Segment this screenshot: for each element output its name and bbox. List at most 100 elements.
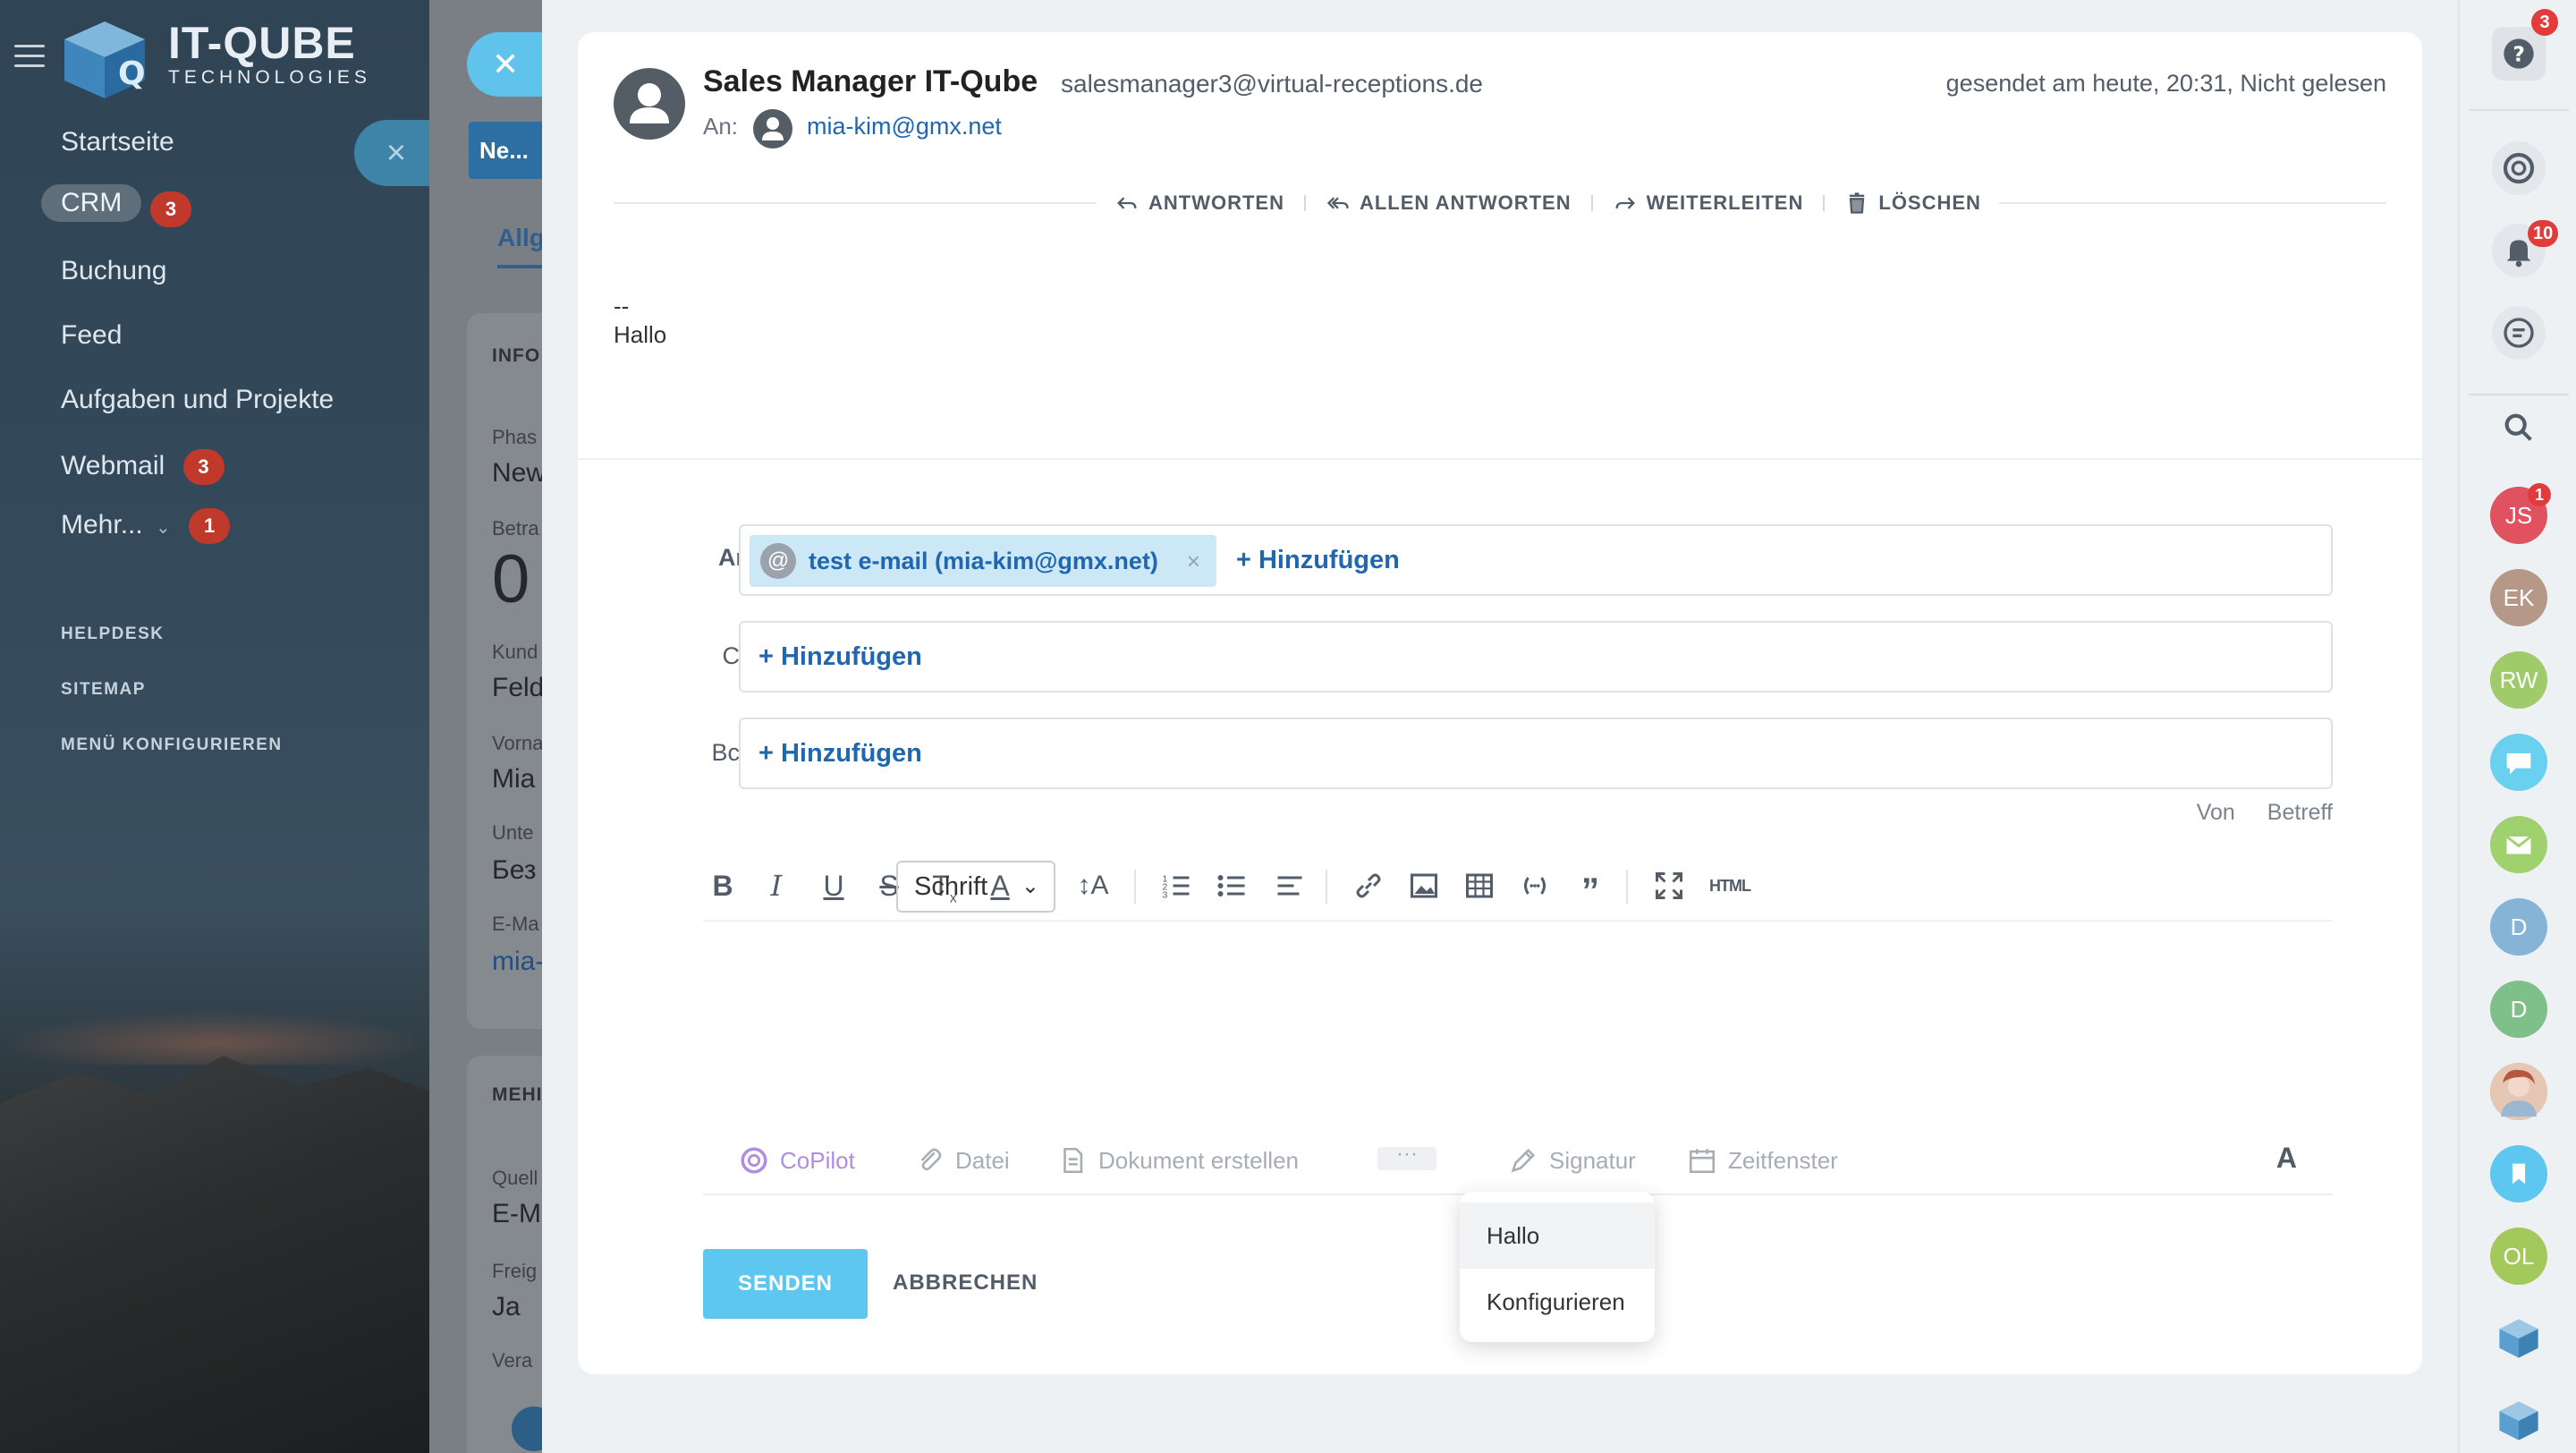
recipient-avatar	[753, 109, 792, 149]
from-subject-toggles: Von Betreff	[2197, 800, 2333, 826]
numbered-list-icon[interactable]: 123	[1157, 866, 1197, 905]
webmail-badge: 3	[182, 449, 225, 485]
tab-general[interactable]: Allg	[497, 224, 542, 252]
qube-app-icon[interactable]	[2490, 1392, 2547, 1449]
bullet-list-icon[interactable]	[1213, 866, 1252, 905]
code-icon[interactable]	[1515, 866, 1555, 905]
field-label: Quell	[492, 1167, 538, 1189]
attach-file-button[interactable]: Datei	[914, 1145, 1010, 1176]
reply-button[interactable]: ANTWORTEN	[1114, 191, 1284, 216]
field-label: Phas	[492, 426, 538, 448]
avatar-photo[interactable]	[2490, 1063, 2547, 1120]
avatar[interactable]: D	[2490, 981, 2547, 1038]
timeslot-button[interactable]: Zeitfenster	[1687, 1145, 1838, 1176]
create-document-button[interactable]: Dokument erstellen	[1057, 1145, 1299, 1176]
add-cc-link[interactable]: + Hinzufügen	[758, 642, 922, 672]
sidebar-item-webmail[interactable]: Webmail 3	[61, 449, 225, 485]
html-mode-button[interactable]: HTML	[1703, 866, 1757, 905]
copilot-icon	[741, 1147, 767, 1174]
signature-option-hallo[interactable]: Hallo	[1460, 1202, 1655, 1269]
avatar[interactable]: EK	[2490, 569, 2547, 626]
field-value-email-link[interactable]: mia-	[492, 947, 542, 977]
copilot-rail-icon[interactable]	[2492, 141, 2546, 195]
sidebar-item-more[interactable]: Mehr... ⌄ 1	[61, 508, 231, 544]
field-value: Ja	[492, 1292, 521, 1321]
crm-badge: 3	[150, 191, 191, 227]
table-icon[interactable]	[1460, 866, 1499, 905]
sidebar-item-feed[interactable]: Feed	[61, 320, 122, 351]
subject-toggle[interactable]: Betreff	[2267, 800, 2333, 825]
bcc-field[interactable]: + Hinzufügen	[739, 718, 2333, 789]
quote-icon[interactable]: ”	[1571, 866, 1610, 911]
qube-app-icon[interactable]	[2490, 1310, 2547, 1367]
copilot-button[interactable]: CoPilot	[739, 1145, 855, 1176]
recipient-chip[interactable]: @ test e-mail (mia-kim@gmx.net) ×	[750, 535, 1217, 587]
open-channel-chat-icon[interactable]	[2490, 734, 2547, 791]
svg-text:3: 3	[1163, 890, 1168, 901]
user-icon	[630, 83, 669, 123]
chat-icon[interactable]	[2492, 306, 2546, 360]
text-format-toggle[interactable]: A	[2276, 1142, 2297, 1175]
bookmark-icon[interactable]	[2490, 1145, 2547, 1202]
search-icon[interactable]	[2492, 401, 2546, 455]
avatar-badge: 1	[2528, 483, 2551, 506]
add-bcc-link[interactable]: + Hinzufügen	[758, 739, 922, 769]
mail-actions: ANTWORTEN ALLEN ANTWORTEN WEITERLEITEN L…	[614, 181, 2386, 225]
sidebar-item-buchung[interactable]: Buchung	[61, 256, 166, 286]
field-value: E-M	[492, 1199, 541, 1228]
forward-button[interactable]: WEITERLEITEN	[1613, 191, 1804, 216]
avatar[interactable]: RW	[2490, 651, 2547, 709]
to-field[interactable]: @ test e-mail (mia-kim@gmx.net) × + Hinz…	[739, 524, 2333, 596]
sidebar-item-tasks[interactable]: Aufgaben und Projekte	[61, 385, 334, 415]
more-badge: 1	[189, 508, 231, 544]
right-rail: ? 3 10 JS 1 EK RW D D OL	[2458, 0, 2576, 1453]
remove-recipient-icon[interactable]: ×	[1187, 548, 1200, 575]
field-label: Vera	[492, 1349, 533, 1372]
font-select[interactable]: Schrift ⌄	[896, 861, 1055, 913]
close-slider-icon[interactable]: ✕	[467, 32, 542, 97]
add-to-link[interactable]: + Hinzufügen	[1236, 546, 1400, 575]
recipient-chip-text: test e-mail (mia-kim@gmx.net)	[809, 547, 1158, 574]
mail-card: Sales Manager IT-Qube salesmanager3@virt…	[578, 32, 2422, 1374]
mail-icon[interactable]	[2490, 816, 2547, 873]
help-icon[interactable]: ?	[2492, 27, 2546, 81]
sidebar-close-button[interactable]: ×	[354, 120, 429, 186]
sidebar-link-configure-menu[interactable]: MENÜ KONFIGURIEREN	[61, 735, 283, 755]
cancel-button[interactable]: ABBRECHEN	[893, 1270, 1038, 1296]
more-card	[467, 1056, 542, 1453]
image-icon[interactable]	[1404, 866, 1444, 905]
hamburger-menu-icon[interactable]	[14, 45, 45, 68]
recipient-email-link[interactable]: mia-kim@gmx.net	[807, 113, 1002, 140]
font-size-icon[interactable]: ↕A	[1073, 866, 1113, 905]
sidebar-link-sitemap[interactable]: SITEMAP	[61, 680, 146, 700]
mail-slider: Sales Manager IT-Qube salesmanager3@virt…	[542, 0, 2458, 1453]
cc-field[interactable]: + Hinzufügen	[739, 621, 2333, 693]
field-label: Vorna	[492, 732, 542, 754]
sidebar-link-helpdesk[interactable]: HELPDESK	[61, 625, 164, 644]
reply-icon	[1117, 197, 1137, 209]
field-label: Betra	[492, 517, 539, 540]
signature-button[interactable]: Signatur	[1508, 1145, 1636, 1176]
left-sidebar: Q IT-QUBE TECHNOLOGIES × Startseite CRM …	[0, 0, 429, 1453]
signature-option-configure[interactable]: Konfigurieren	[1460, 1269, 1655, 1335]
align-icon[interactable]	[1270, 866, 1309, 905]
more-tools-button[interactable]: ···	[1377, 1143, 1436, 1170]
delete-button[interactable]: LÖSCHEN	[1844, 191, 1981, 216]
help-badge: 3	[2531, 9, 2558, 36]
link-icon[interactable]	[1349, 866, 1388, 905]
bold-icon[interactable]: B	[703, 866, 742, 905]
avatar[interactable]: D	[2490, 898, 2547, 956]
sidebar-item-startseite[interactable]: Startseite	[61, 127, 174, 157]
deal-stage-button[interactable]: Ne...	[469, 122, 542, 179]
tab-active-indicator	[497, 265, 542, 268]
it-qube-logo-icon[interactable]: Q	[55, 13, 154, 102]
fullscreen-icon[interactable]	[1649, 866, 1689, 905]
field-value: Mia	[492, 764, 536, 794]
reply-all-button[interactable]: ALLEN ANTWORTEN	[1326, 191, 1572, 216]
send-button[interactable]: SENDEN	[703, 1249, 868, 1319]
avatar[interactable]: OL	[2490, 1228, 2547, 1285]
underline-icon[interactable]: U	[814, 866, 853, 905]
from-toggle[interactable]: Von	[2197, 800, 2235, 825]
italic-icon[interactable]: I	[757, 866, 796, 905]
sidebar-item-crm[interactable]: CRM	[41, 184, 142, 222]
